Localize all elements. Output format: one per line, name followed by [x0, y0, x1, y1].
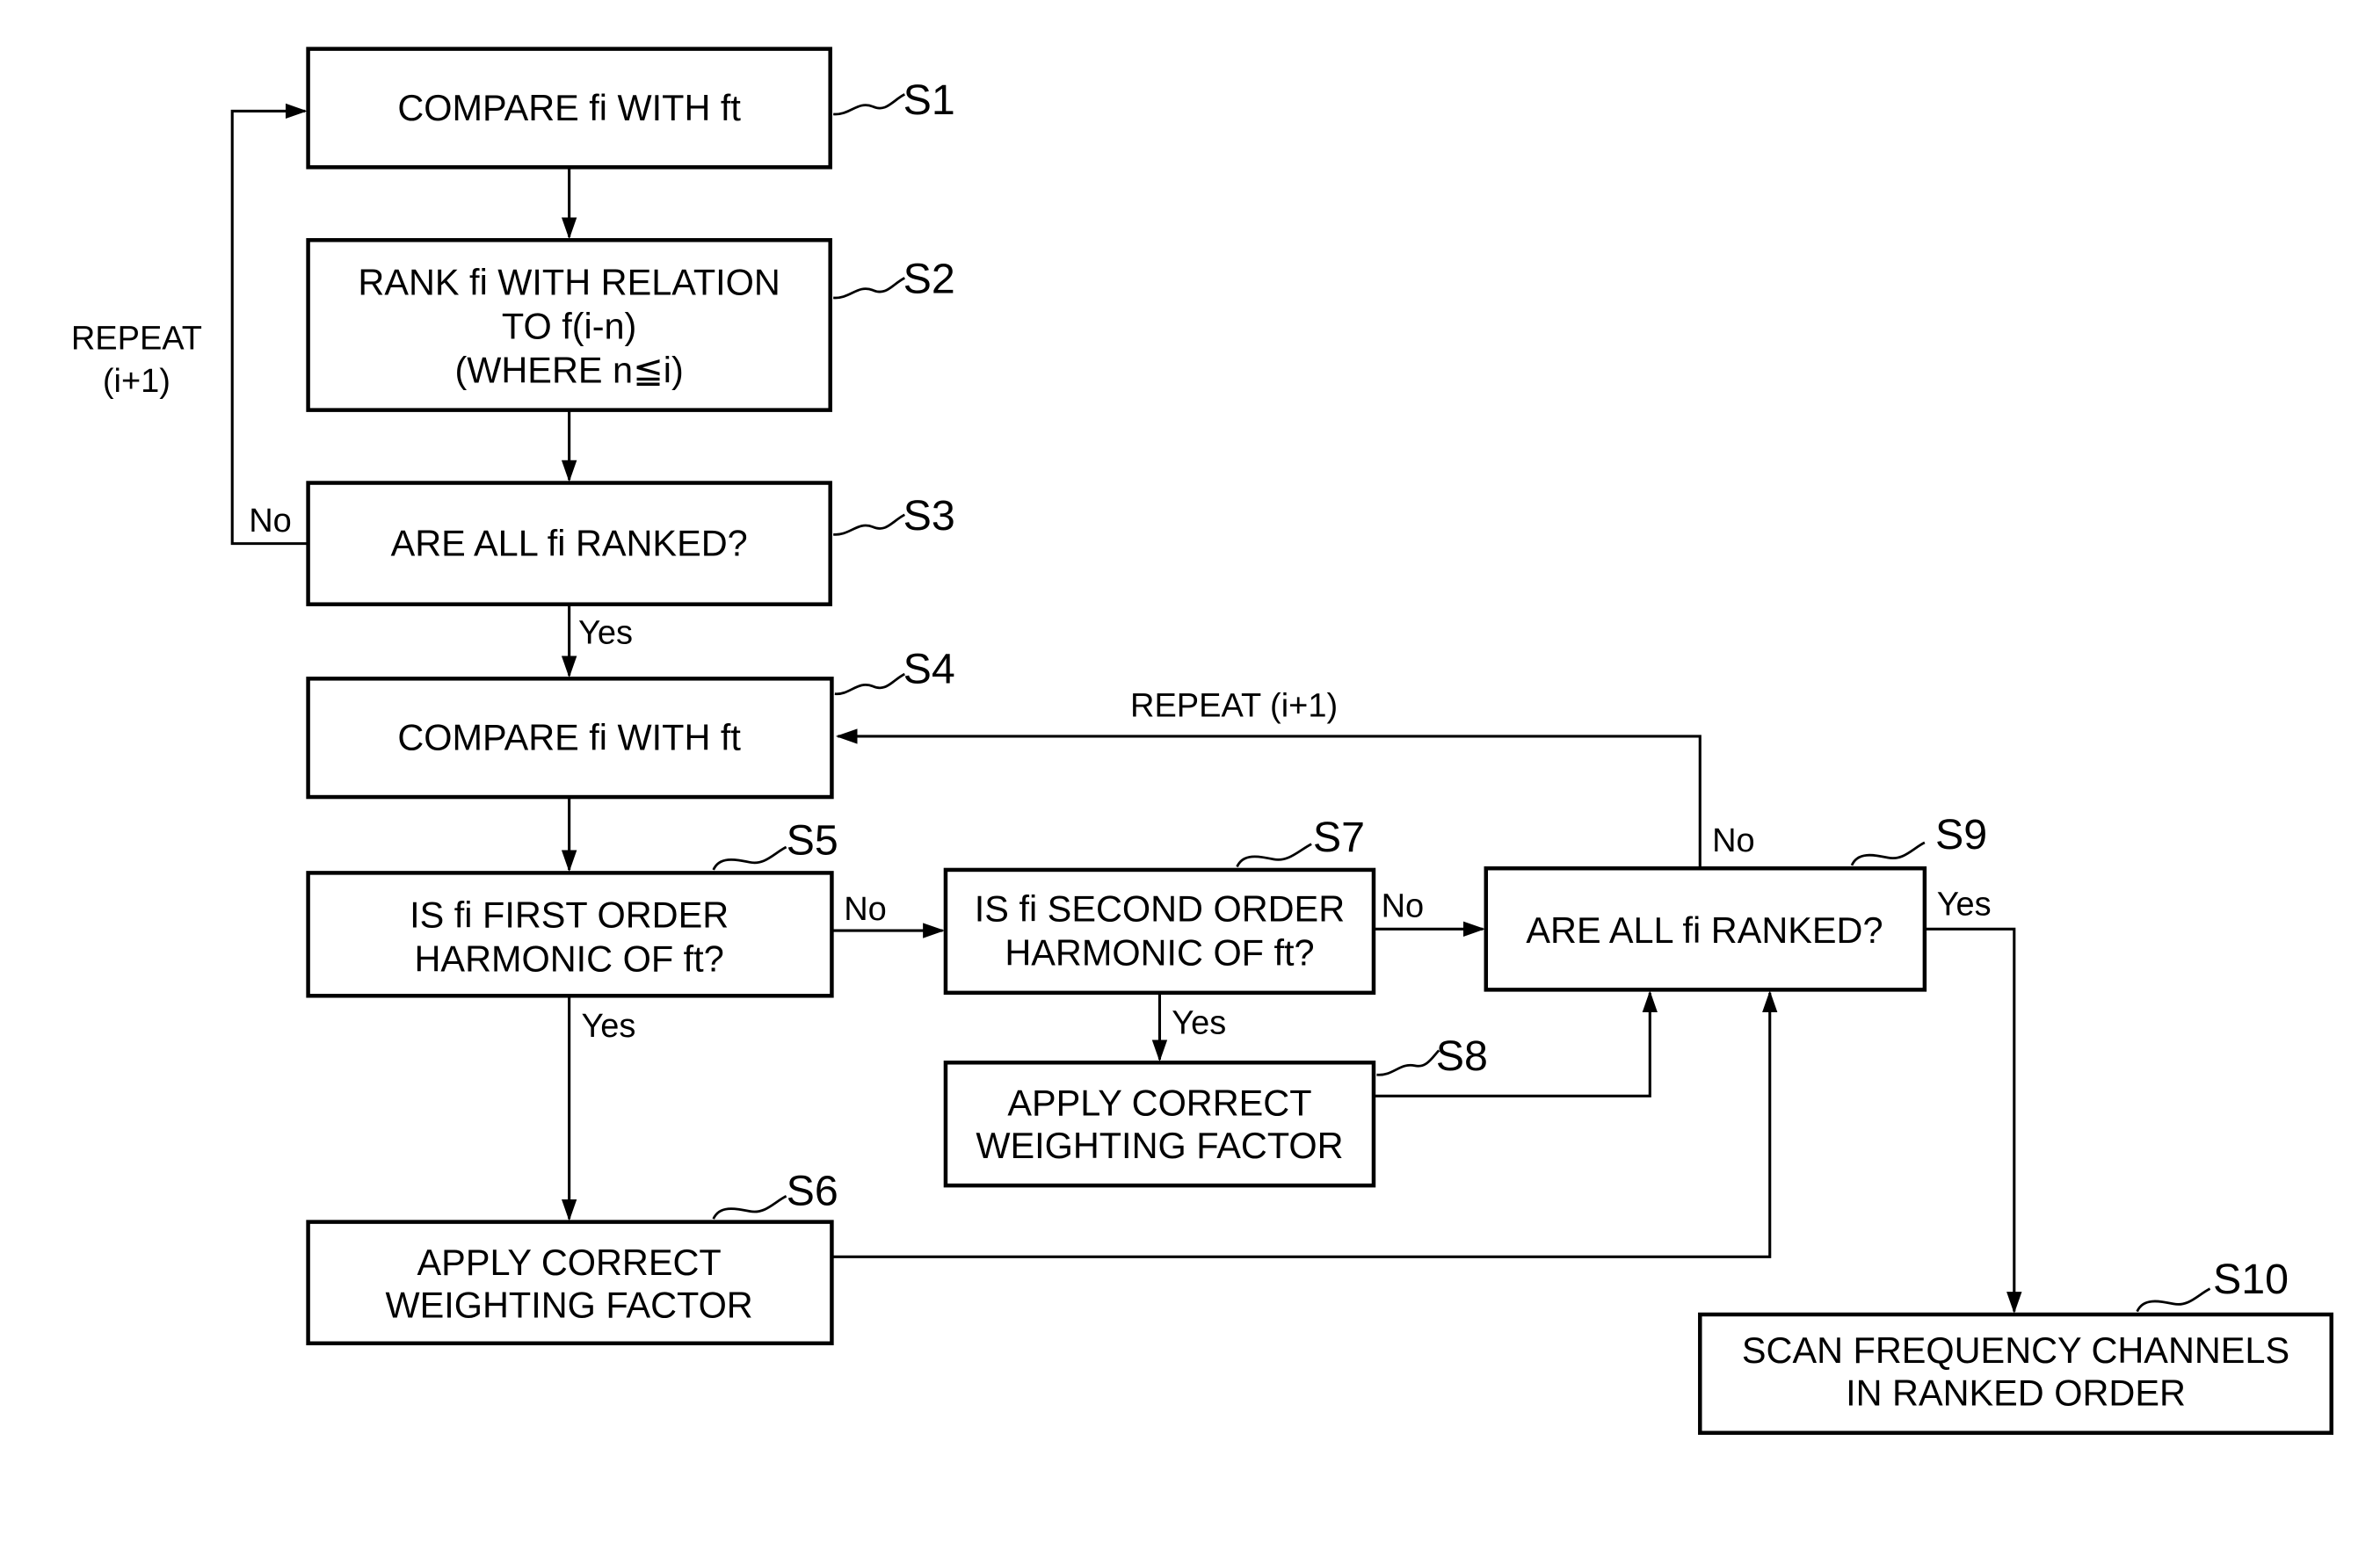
s9-yes-label: Yes: [1937, 887, 1992, 923]
step-s1-id: S1: [903, 76, 955, 124]
step-s3-id: S3: [903, 492, 955, 540]
s3-no-label: No: [249, 503, 292, 540]
repeat-left-label-2: (i+1): [103, 363, 171, 400]
step-s7-text-1: IS fi SECOND ORDER: [975, 888, 1345, 930]
s7-no-label: No: [1382, 887, 1425, 924]
edge-s8-s9: [1373, 990, 1658, 1097]
step-s6: APPLY CORRECT WEIGHTING FACTOR S6: [306, 1168, 838, 1346]
edge-s9-s10: [1924, 927, 2022, 1314]
step-s8: APPLY CORRECT WEIGHTING FACTOR S8: [943, 1032, 1488, 1188]
step-s8-text-2: WEIGHTING FACTOR: [976, 1125, 1343, 1166]
step-s5-id: S5: [787, 817, 838, 865]
s3-yes-label: Yes: [578, 615, 633, 652]
step-s9-id: S9: [1935, 811, 1987, 858]
step-s7-id: S7: [1313, 814, 1365, 861]
edge-s9-s4-loop: [835, 728, 1702, 869]
step-s6-id: S6: [787, 1168, 838, 1215]
s7-yes-label: Yes: [1172, 1004, 1226, 1041]
step-s10: SCAN FREQUENCY CHANNELS IN RANKED ORDER …: [1698, 1256, 2333, 1435]
step-s9-text: ARE ALL fi RANKED?: [1526, 909, 1883, 951]
step-s10-text-2: IN RANKED ORDER: [1846, 1373, 2186, 1414]
step-s2-id: S2: [903, 256, 955, 303]
step-s3: ARE ALL fi RANKED? S3: [306, 481, 955, 606]
step-s1-text: COMPARE fi WITH ft: [397, 87, 741, 128]
step-s2-text-1: RANK fi WITH RELATION: [358, 261, 780, 302]
step-s7-text-2: HARMONIC OF ft?: [1005, 932, 1314, 974]
step-s7: IS fi SECOND ORDER HARMONIC OF ft? S7: [943, 814, 1376, 996]
step-s6-text-2: WEIGHTING FACTOR: [386, 1284, 753, 1325]
step-s2-text-2: TO f(i-n): [502, 305, 636, 346]
step-s5: IS fi FIRST ORDER HARMONIC OF ft? S5: [306, 817, 838, 998]
step-s8-text-1: APPLY CORRECT: [1007, 1083, 1311, 1124]
step-s5-text-2: HARMONIC OF ft?: [415, 938, 724, 980]
step-s4-text: COMPARE fi WITH ft: [397, 717, 741, 758]
flowchart: COMPARE fi WITH ft S1 RANK fi WITH RELAT…: [71, 47, 2333, 1435]
step-s2-text-3: (WHERE n≦i): [454, 350, 683, 391]
step-s1: COMPARE fi WITH ft S1: [306, 47, 955, 170]
s9-no-label: No: [1712, 822, 1755, 859]
step-s10-id: S10: [2213, 1256, 2289, 1303]
repeat-right-label: REPEAT (i+1): [1130, 688, 1338, 725]
step-s4: COMPARE fi WITH ft S4: [306, 646, 955, 800]
step-s2: RANK fi WITH RELATION TO f(i-n) (WHERE n…: [306, 237, 955, 412]
s5-no-label: No: [844, 891, 887, 928]
step-s8-id: S8: [1436, 1032, 1488, 1080]
repeat-left-label-1: REPEAT: [71, 321, 202, 358]
step-s6-text-1: APPLY CORRECT: [417, 1242, 722, 1283]
step-s5-text-1: IS fi FIRST ORDER: [410, 895, 729, 936]
step-s4-id: S4: [903, 646, 955, 693]
edge-s3-s1-loop: [230, 103, 308, 546]
step-s10-text-1: SCAN FREQUENCY CHANNELS: [1742, 1329, 2289, 1371]
step-s3-text: ARE ALL fi RANKED?: [391, 522, 748, 563]
s5-yes-label: Yes: [581, 1008, 635, 1045]
